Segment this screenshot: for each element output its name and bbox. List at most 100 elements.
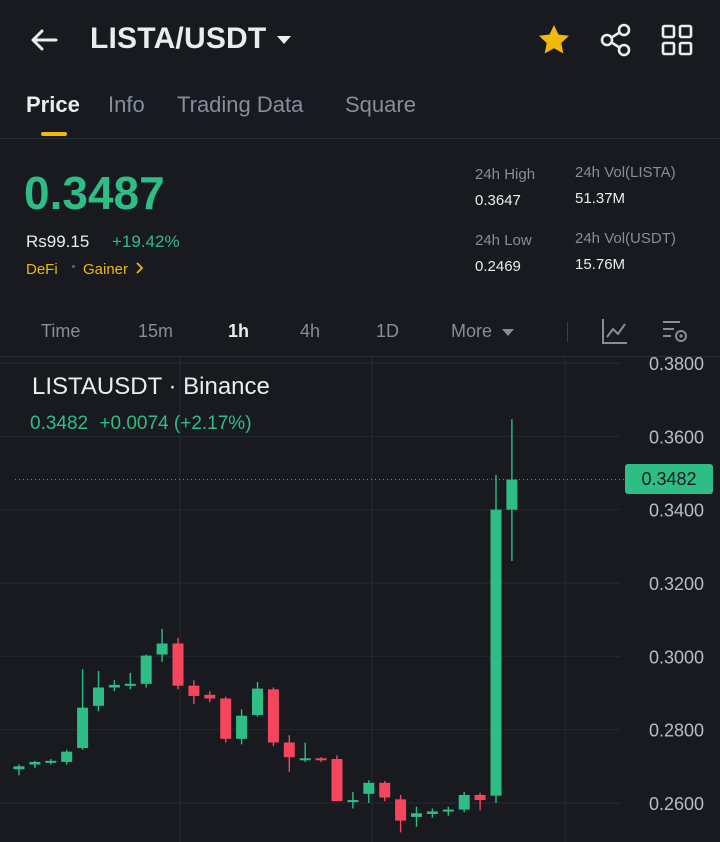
candle-body bbox=[331, 759, 343, 802]
candle bbox=[379, 781, 391, 802]
tf-4h[interactable]: 4h bbox=[300, 321, 320, 342]
stat-24h-high-value: 0.3647 bbox=[475, 192, 521, 209]
candle bbox=[458, 792, 470, 813]
candle bbox=[108, 680, 120, 692]
tab-trading-data[interactable]: Trading Data bbox=[177, 92, 303, 118]
back-arrow-icon[interactable] bbox=[26, 22, 62, 58]
candle bbox=[236, 709, 248, 745]
tag-separator bbox=[72, 265, 75, 268]
candle bbox=[299, 742, 311, 762]
stat-24h-low-value: 0.2469 bbox=[475, 258, 521, 275]
candle bbox=[156, 628, 168, 662]
candle-body bbox=[93, 687, 104, 706]
indicator-chart-icon[interactable] bbox=[600, 316, 630, 346]
candle-body bbox=[108, 684, 120, 688]
stat-24h-vol-quote-value: 15.76M bbox=[575, 256, 626, 273]
candle-body bbox=[61, 751, 73, 762]
candle-body bbox=[220, 698, 232, 739]
y-tick-label: 0.2600 bbox=[649, 794, 704, 814]
candle-body bbox=[474, 794, 486, 801]
candle bbox=[77, 669, 89, 750]
stat-24h-high-label: 24h High bbox=[475, 166, 536, 183]
tf-15m[interactable]: 15m bbox=[138, 321, 173, 342]
candle bbox=[29, 760, 41, 769]
candle-body bbox=[172, 643, 184, 686]
tf-1d[interactable]: 1D bbox=[376, 321, 399, 342]
candle-body bbox=[426, 811, 438, 814]
candle bbox=[45, 759, 57, 765]
tf-time[interactable]: Time bbox=[41, 321, 80, 342]
candle bbox=[490, 474, 502, 803]
candle bbox=[411, 806, 422, 827]
tab-info[interactable]: Info bbox=[108, 92, 145, 118]
candle-body bbox=[204, 694, 216, 699]
share-icon[interactable] bbox=[596, 20, 636, 60]
candle bbox=[426, 808, 438, 818]
price-change-percent: +19.42% bbox=[112, 232, 180, 251]
candle-body bbox=[252, 688, 263, 715]
current-price-tag: 0.3482 bbox=[625, 464, 713, 494]
candle bbox=[124, 672, 136, 690]
last-price: 0.3487 bbox=[24, 167, 165, 219]
caret-down-icon bbox=[502, 329, 515, 336]
candle-body bbox=[77, 707, 89, 748]
candle-body bbox=[506, 479, 518, 510]
candle bbox=[315, 757, 327, 762]
y-tick-label: 0.3000 bbox=[649, 647, 704, 667]
star-icon[interactable] bbox=[534, 20, 574, 60]
candle bbox=[395, 794, 407, 833]
chart-settings-icon[interactable] bbox=[660, 316, 690, 346]
chart-last-close: 0.3482 bbox=[30, 413, 89, 434]
toolbar-divider bbox=[567, 322, 568, 342]
tab-square[interactable]: Square bbox=[345, 92, 416, 118]
tab-price[interactable]: Price bbox=[26, 92, 80, 118]
local-currency-price: Rs99.15 bbox=[26, 232, 90, 251]
chart-change: +0.0074 (+2.17%) bbox=[99, 413, 252, 434]
candle-body bbox=[45, 760, 57, 763]
stat-24h-vol-base-value: 51.37M bbox=[575, 190, 626, 207]
tag-gainer[interactable]: Gainer bbox=[83, 261, 145, 278]
tabs-divider bbox=[0, 138, 720, 139]
tf-more[interactable]: More bbox=[451, 321, 515, 342]
candle bbox=[331, 755, 343, 802]
candle bbox=[474, 792, 486, 811]
chart-title: LISTAUSDT · Binance bbox=[32, 373, 270, 400]
y-tick-label: 0.3800 bbox=[649, 357, 704, 374]
candle bbox=[172, 638, 184, 690]
stat-24h-vol-base-label: 24h Vol(LISTA) bbox=[575, 164, 676, 181]
candle bbox=[204, 691, 216, 703]
candle bbox=[61, 749, 73, 765]
candle-body bbox=[156, 643, 168, 655]
tf-more-label: More bbox=[451, 321, 493, 341]
candle-body bbox=[411, 813, 422, 817]
candle bbox=[267, 687, 279, 747]
candle-body bbox=[379, 782, 391, 798]
pair-title[interactable]: LISTA/USDT bbox=[90, 22, 266, 56]
stat-24h-vol-quote-label: 24h Vol(USDT) bbox=[575, 230, 676, 247]
y-tick-label: 0.3400 bbox=[649, 501, 704, 521]
candle bbox=[363, 780, 375, 803]
candle-body bbox=[188, 685, 200, 696]
y-tick-label: 0.3600 bbox=[649, 427, 704, 447]
stat-24h-low-label: 24h Low bbox=[475, 232, 532, 249]
candle-body bbox=[442, 809, 454, 812]
candle bbox=[252, 682, 263, 717]
candle-body bbox=[347, 800, 359, 803]
candle bbox=[188, 680, 200, 704]
candle bbox=[220, 696, 232, 743]
candle-body bbox=[283, 742, 295, 758]
chevron-right-icon bbox=[136, 262, 144, 274]
tf-1h[interactable]: 1h bbox=[228, 321, 249, 342]
grid-menu-icon[interactable] bbox=[657, 20, 697, 60]
tag-gainer-label: Gainer bbox=[83, 261, 129, 278]
active-tab-indicator bbox=[41, 132, 67, 136]
candle-body bbox=[267, 689, 279, 743]
caret-down-icon[interactable] bbox=[274, 30, 294, 50]
chart-ohlc-summary: 0.3482 +0.0074 (+2.17%) bbox=[30, 413, 252, 435]
candle bbox=[347, 792, 359, 809]
candle-body bbox=[458, 794, 470, 810]
tag-defi[interactable]: DeFi bbox=[26, 261, 58, 278]
y-tick-label: 0.3200 bbox=[649, 574, 704, 594]
candle-body bbox=[363, 782, 375, 794]
candle bbox=[140, 654, 152, 688]
